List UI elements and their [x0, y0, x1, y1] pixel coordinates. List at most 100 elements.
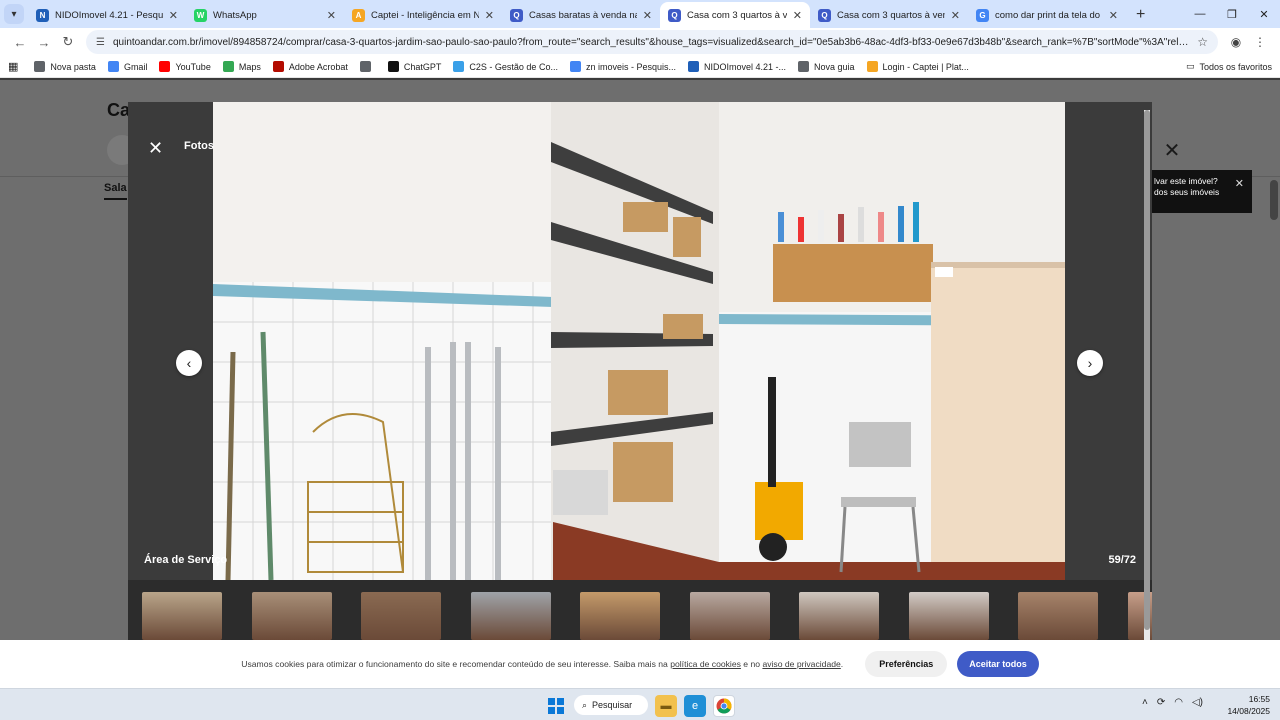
gallery-thumbnail[interactable] [142, 592, 222, 640]
tab-title: NIDOImovel 4.21 - Pesquisa [55, 9, 163, 21]
browser-tab[interactable]: A Captei - Inteligência em Negóc ✕ [344, 2, 502, 28]
browser-tab[interactable]: Q Casas baratas à venda na Rua C ✕ [502, 2, 660, 28]
reload-icon[interactable]: ↻ [56, 34, 80, 50]
bookmark-label: Nova pasta [50, 61, 96, 72]
edge-icon[interactable]: e [684, 695, 706, 717]
prev-photo-button[interactable]: ‹ [176, 350, 202, 376]
windows-start-icon[interactable] [548, 698, 564, 714]
browser-tab[interactable]: N NIDOImovel 4.21 - Pesquisa ✕ [28, 2, 186, 28]
bookmarks-bar: ▦ Nova pasta Gmail YouTube Maps Adobe Acroba… [0, 56, 1280, 78]
folder-icon [34, 61, 46, 72]
gallery-thumbnail[interactable] [470, 592, 551, 640]
cookie-text-part: . [840, 659, 844, 669]
nido-icon [687, 61, 699, 72]
gallery-thumbnail[interactable] [799, 592, 879, 640]
apps-grid-icon[interactable]: ▦ [8, 60, 18, 73]
tab-sala[interactable]: Sala [104, 182, 127, 200]
volume-icon[interactable]: ◁) [1192, 697, 1203, 708]
bookmark-item[interactable]: Gmail [107, 61, 147, 72]
wifi-icon[interactable]: ◠ [1174, 697, 1183, 708]
gallery-thumbnail[interactable] [908, 592, 989, 640]
tab-title: WhatsApp [213, 9, 257, 21]
tab-title: Casas baratas à venda na Rua C [529, 9, 637, 21]
accept-all-button[interactable]: Aceitar todos [957, 651, 1039, 677]
close-tab-icon[interactable]: ✕ [1109, 9, 1118, 22]
restore-icon[interactable]: ❐ [1216, 0, 1248, 28]
tab-title: Casa com 3 quartos à venda em [837, 9, 945, 21]
taskbar-clock[interactable]: 16:55 14/08/2025 [1224, 693, 1270, 717]
browser-tab[interactable]: Gcomo dar print da tela do comp ✕ [968, 2, 1126, 28]
tab-search-icon[interactable]: ▾ [4, 4, 24, 24]
chrome-icon[interactable] [713, 695, 735, 717]
bookmark-item[interactable]: YouTube [159, 61, 211, 72]
bookmark-label: C2S - Gestão de Co... [469, 61, 558, 72]
gallery-thumbnail[interactable] [1018, 592, 1098, 640]
c2s-icon [453, 61, 465, 72]
taskbar-search[interactable]: ⌕ Pesquisar [574, 695, 648, 715]
next-photo-button[interactable]: › [1077, 350, 1103, 376]
privacy-notice-link[interactable]: aviso de privacidade [762, 659, 840, 669]
bookmark-item[interactable]: Login - Captei | Plat... [866, 61, 969, 72]
tab-favicon-icon: N [36, 8, 49, 22]
file-explorer-icon[interactable]: ▬ [655, 695, 677, 717]
bookmark-star-icon[interactable]: ☆ [1197, 35, 1208, 49]
new-tab-button[interactable]: + [1126, 6, 1155, 28]
tooltip-close-icon[interactable]: ✕ [1235, 179, 1244, 190]
browser-tab[interactable]: Q Casa com 3 quartos à venda em ✕ [810, 2, 968, 28]
bookmark-item[interactable]: NIDOImovel 4.21 -... [687, 61, 786, 72]
gallery-thumbnail[interactable] [580, 592, 660, 640]
bookmark-item[interactable] [359, 61, 376, 72]
site-info-icon[interactable]: ☰ [96, 37, 105, 48]
tab-favicon-icon: A [352, 8, 365, 22]
cookie-text-part: Usamos cookies para otimizar o funcionam… [241, 659, 671, 669]
bookmark-item[interactable]: zn imoveis - Pesquis... [569, 61, 676, 72]
close-tab-icon[interactable]: ✕ [951, 9, 960, 22]
forward-icon[interactable]: → [32, 35, 56, 50]
gallery-thumbnail[interactable] [361, 592, 441, 640]
profile-icon[interactable]: ◉ [1224, 35, 1248, 49]
close-icon[interactable]: ✕ [1160, 138, 1184, 162]
bookmark-item[interactable]: Adobe Acrobat [272, 61, 348, 72]
browser-tab[interactable]: W WhatsApp ✕ [186, 2, 344, 28]
bookmark-item[interactable]: Nova pasta [34, 61, 96, 72]
bookmark-item[interactable]: Nova guia [798, 61, 855, 72]
close-tab-icon[interactable]: ✕ [643, 9, 652, 22]
bookmark-item[interactable]: C2S - Gestão de Co... [453, 61, 558, 72]
clock-time: 16:55 [1248, 694, 1270, 704]
close-tab-icon[interactable]: ✕ [485, 9, 494, 22]
photo-gallery-modal: ✕ Fotos ‹ › Área de Serviço 59/72 [128, 102, 1152, 640]
tooltip-line: lvar este imóvel? [1154, 176, 1218, 186]
sync-icon[interactable]: ⟳ [1157, 697, 1165, 708]
gallery-scrollbar[interactable] [1144, 110, 1150, 640]
browser-tab[interactable]: Q Casa com 3 quartos à venda em ✕ [660, 2, 810, 28]
bookmark-item[interactable]: Maps [222, 61, 261, 72]
address-bar[interactable]: ☰ quintoandar.com.br/imovel/894858724/co… [86, 30, 1218, 54]
thumbnail-strip [128, 580, 1152, 640]
menu-kebab-icon[interactable]: ⋮ [1248, 35, 1272, 49]
close-tab-icon[interactable]: ✕ [327, 9, 336, 22]
chatgpt-icon [387, 61, 399, 72]
all-bookmarks[interactable]: ▭ Todos os favoritos [1186, 61, 1272, 72]
bookmark-item[interactable]: ChatGPT [387, 61, 441, 72]
gallery-photo [213, 102, 1065, 580]
gallery-scroll-thumb[interactable] [1144, 110, 1150, 630]
back-icon[interactable]: ← [8, 35, 32, 50]
gallery-thumbnail[interactable] [689, 592, 770, 640]
cookie-policy-link[interactable]: política de cookies [670, 659, 741, 669]
all-bookmarks-label: Todos os favoritos [1199, 61, 1272, 72]
page-scrollbar[interactable] [1270, 180, 1278, 220]
close-window-icon[interactable]: ✕ [1248, 0, 1280, 28]
gallery-thumbnail[interactable] [251, 592, 332, 640]
chevron-up-icon[interactable]: ˄ [1142, 697, 1148, 708]
youtube-icon [159, 61, 171, 72]
windows-taskbar: ⌕ Pesquisar ▬ e ˄ ⟳ ◠ ◁) 16:55 14/08/202… [0, 688, 1280, 720]
bookmark-label: Nova guia [814, 61, 855, 72]
close-tab-icon[interactable]: ✕ [169, 9, 178, 22]
preferences-button[interactable]: Preferências [865, 651, 948, 677]
tab-favicon-icon: G [976, 8, 989, 22]
minimize-icon[interactable]: — [1184, 0, 1216, 28]
cookie-text-part: e no [740, 659, 763, 669]
window-controls: — ❐ ✕ [1184, 0, 1280, 28]
close-gallery-icon[interactable]: ✕ [148, 138, 163, 159]
close-tab-icon[interactable]: ✕ [793, 9, 802, 22]
